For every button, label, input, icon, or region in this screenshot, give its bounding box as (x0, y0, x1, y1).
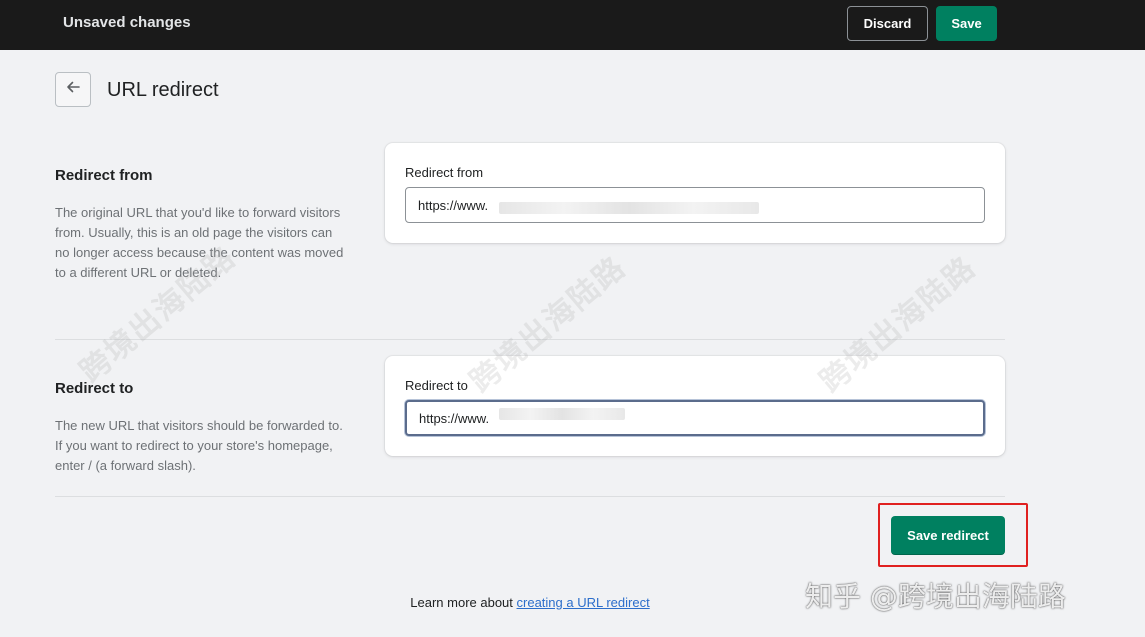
unsaved-changes-title: Unsaved changes (63, 14, 191, 31)
redirect-to-card: Redirect to (385, 356, 1005, 456)
redirect-from-description: The original URL that you'd like to forw… (55, 205, 344, 280)
footer-help-text: Learn more about (410, 595, 517, 610)
unsaved-changes-bar: Unsaved changes Discard Save (0, 0, 1145, 50)
redirect-from-section-title: Redirect from (55, 167, 153, 184)
redirect-to-description: The new URL that visitors should be forw… (55, 418, 343, 473)
redirect-to-section-title: Redirect to (55, 380, 134, 397)
save-redirect-button[interactable]: Save redirect (891, 516, 1005, 555)
redirect-from-label: Redirect from (405, 165, 484, 180)
redacted-url-blur (499, 408, 625, 420)
save-button[interactable]: Save (936, 6, 997, 41)
redirect-from-card: Redirect from (385, 143, 1005, 243)
redirect-to-input[interactable] (405, 400, 985, 436)
brand-watermark: 知乎 @跨境出海陆路 (805, 580, 1066, 613)
section-divider (55, 339, 1005, 340)
section-divider (55, 496, 1005, 497)
page-title: URL redirect (107, 79, 219, 101)
creating-url-redirect-link[interactable]: creating a URL redirect (517, 595, 650, 610)
discard-button[interactable]: Discard (847, 6, 928, 41)
redacted-url-blur (499, 202, 759, 214)
arrow-left-icon (65, 79, 81, 100)
redirect-to-label: Redirect to (405, 378, 468, 393)
back-button[interactable] (55, 72, 91, 107)
